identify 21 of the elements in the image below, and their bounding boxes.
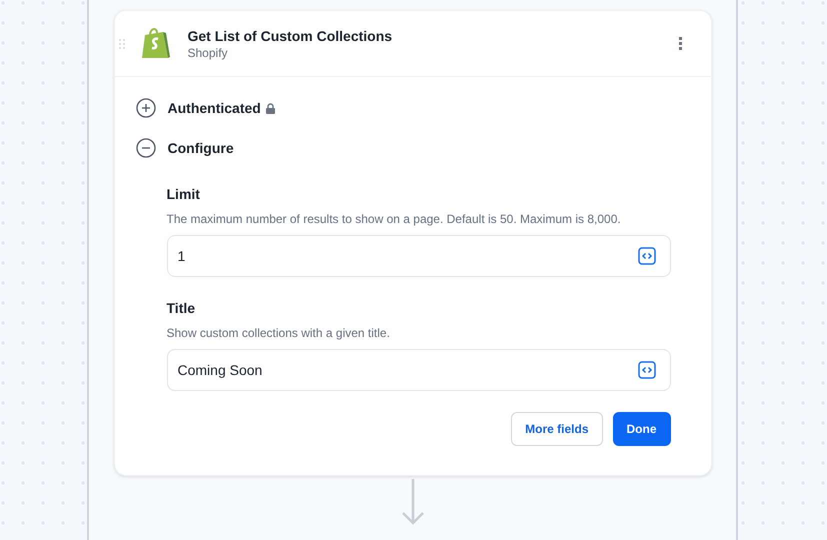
done-button[interactable]: Done <box>612 412 670 446</box>
field-description: The maximum number of results to show on a page. Default is 50. Maximum is 8,000. <box>166 211 622 227</box>
text-field[interactable]: Coming Soon <box>166 349 670 391</box>
drag-handle-icon[interactable] <box>118 39 124 49</box>
more-fields-button[interactable]: More fields <box>511 412 602 446</box>
app-name: Shopify <box>188 44 229 60</box>
lock-icon <box>266 102 275 114</box>
section-toggle[interactable]: Authenticated <box>136 98 275 118</box>
section-toggle[interactable]: Configure <box>136 138 234 158</box>
code-icon[interactable] <box>638 361 656 379</box>
field-label: Limit <box>166 185 201 203</box>
code-icon[interactable] <box>638 247 656 265</box>
shopping-bag-logo-icon <box>140 27 170 60</box>
step-title: Get List of Custom Collections <box>188 26 394 44</box>
text-field[interactable]: 1 <box>166 235 670 277</box>
minus-circle-icon <box>136 138 156 158</box>
plus-circle-icon <box>136 98 156 118</box>
field-description: Show custom collections with a given title. <box>166 325 391 341</box>
arrow-down-icon <box>400 479 424 525</box>
field-label: Title <box>166 299 196 317</box>
more-icon <box>679 37 682 50</box>
